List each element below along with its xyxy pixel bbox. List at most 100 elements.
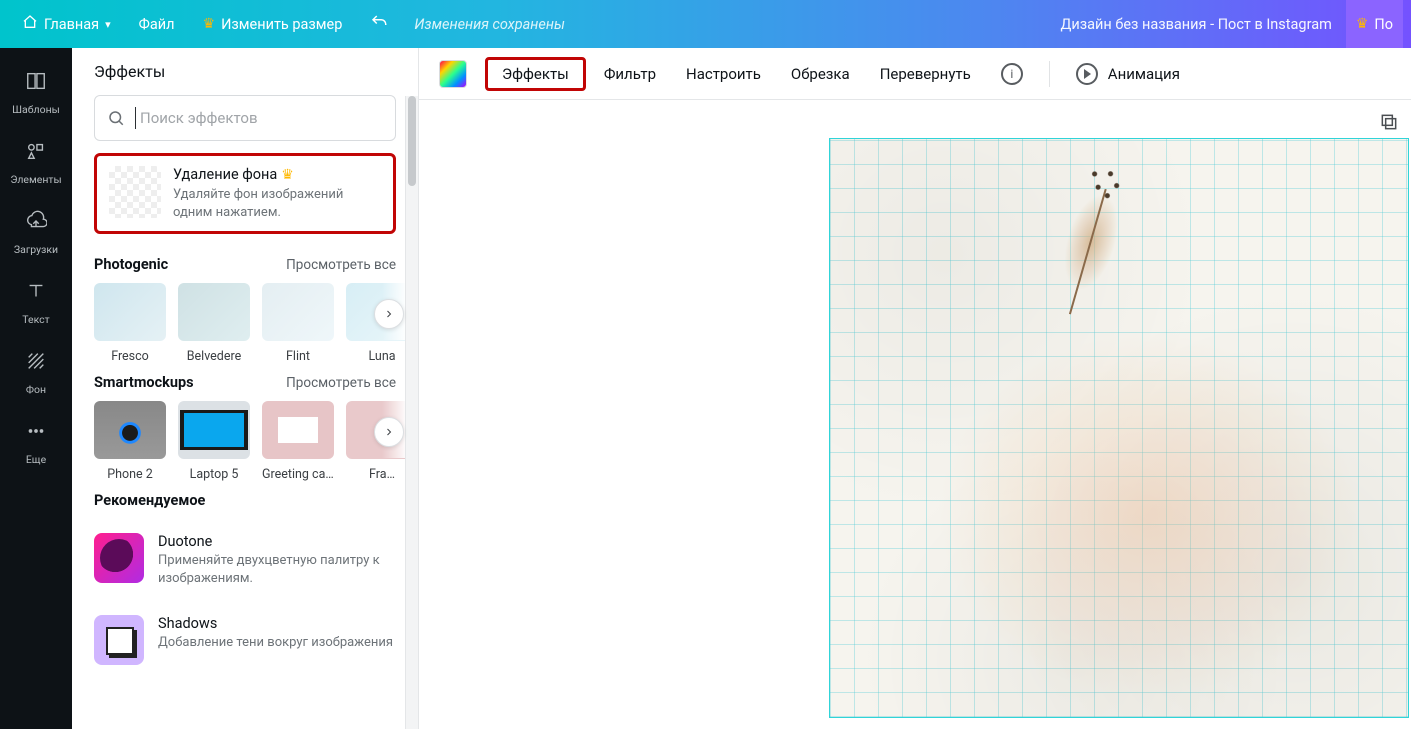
- rail-elements[interactable]: Элементы: [0, 128, 72, 198]
- strip-next-button[interactable]: [374, 299, 404, 329]
- photogenic-tile-belvedere[interactable]: Belvedere: [178, 283, 250, 364]
- image-toolbar: Эффекты Фильтр Настроить Обрезка Перевер…: [419, 48, 1411, 100]
- tile-label: Laptop 5: [178, 467, 250, 482]
- rail-uploads[interactable]: Загрузки: [0, 198, 72, 268]
- photogenic-tile-flint[interactable]: Flint: [262, 283, 334, 364]
- filter-tab[interactable]: Фильтр: [592, 59, 668, 89]
- file-menu[interactable]: Файл: [125, 0, 189, 48]
- mockup-tile-phone2[interactable]: Phone 2: [94, 401, 166, 482]
- rec-title: Duotone: [158, 533, 396, 550]
- shadows-thumb: [94, 615, 144, 665]
- crown-icon: ♛: [1356, 16, 1369, 32]
- search-icon: [107, 109, 125, 127]
- scrollbar-thumb[interactable]: [408, 96, 416, 186]
- search-input[interactable]: [140, 109, 383, 127]
- search-input-wrap[interactable]: [94, 95, 396, 141]
- bg-remover-card[interactable]: Удаление фона ♛ Удаляйте фон изображений…: [94, 153, 396, 234]
- text-caret: [135, 107, 136, 129]
- info-icon: i: [1001, 63, 1023, 85]
- canvas-area[interactable]: [419, 100, 1411, 729]
- undo-button[interactable]: [356, 0, 402, 48]
- rail-label: Шаблоны: [0, 103, 72, 116]
- save-status: Изменения сохранены: [402, 16, 577, 33]
- tile-label: Belvedere: [178, 349, 250, 364]
- tile-label: Phone 2: [94, 467, 166, 482]
- swatch: [178, 401, 250, 459]
- rail-more[interactable]: Еще: [0, 408, 72, 478]
- rail-label: Фон: [0, 383, 72, 396]
- bg-remover-title: Удаление фона ♛: [173, 166, 381, 183]
- mockup-tile-laptop5[interactable]: Laptop 5: [178, 401, 250, 482]
- swatch: [94, 401, 166, 459]
- tile-label: Flint: [262, 349, 334, 364]
- toolbar-separator: [1049, 61, 1050, 87]
- flip-tab[interactable]: Перевернуть: [868, 59, 983, 89]
- rail-text[interactable]: Текст: [0, 268, 72, 338]
- animation-label: Анимация: [1108, 65, 1180, 83]
- crop-tab[interactable]: Обрезка: [779, 59, 862, 89]
- effects-panel: Эффекты Удаление фона ♛ Удаляйте фон изо…: [72, 48, 419, 729]
- tile-label: Greeting car…: [262, 467, 334, 482]
- home-label: Главная: [44, 16, 99, 33]
- rail-label: Еще: [0, 453, 72, 466]
- feather-image[interactable]: [1008, 135, 1173, 358]
- recommended-shadows[interactable]: Shadows Добавление тени вокруг изображен…: [94, 615, 396, 665]
- effects-tab[interactable]: Эффекты: [485, 57, 586, 91]
- premium-label: По: [1374, 16, 1393, 33]
- rail-label: Текст: [0, 313, 72, 326]
- swatch: [262, 283, 334, 341]
- duotone-thumb: [94, 533, 144, 583]
- resize-button[interactable]: ♛ Изменить размер: [189, 0, 357, 48]
- premium-button[interactable]: ♛ По: [1346, 0, 1403, 48]
- smartmockups-title: Smartmockups: [94, 374, 194, 391]
- nav-rail: Шаблоны Элементы Загрузки Текст Фон: [0, 48, 72, 729]
- mockup-tile-greeting-card[interactable]: Greeting car…: [262, 401, 334, 482]
- strip-next-button[interactable]: [374, 417, 404, 447]
- group-layers-button[interactable]: [1377, 110, 1401, 134]
- recommended-title: Рекомендуемое: [94, 492, 205, 509]
- smartmockups-strip: Phone 2 Laptop 5 Greeting car… Fra…: [94, 401, 396, 482]
- undo-icon: [370, 13, 388, 35]
- rec-desc: Добавление тени вокруг изображения: [158, 634, 393, 652]
- rec-desc: Применяйте двухцветную палитру к изображ…: [158, 552, 396, 587]
- rail-label: Элементы: [0, 173, 72, 186]
- photogenic-tile-fresco[interactable]: Fresco: [94, 283, 166, 364]
- rec-title: Shadows: [158, 615, 393, 632]
- animation-button[interactable]: Анимация: [1076, 63, 1180, 85]
- swatch: [178, 283, 250, 341]
- file-label: Файл: [139, 16, 175, 33]
- rail-templates[interactable]: Шаблоны: [0, 58, 72, 128]
- recommended-duotone[interactable]: Duotone Применяйте двухцветную палитру к…: [94, 533, 396, 587]
- info-button[interactable]: i: [989, 57, 1035, 91]
- rail-background[interactable]: Фон: [0, 338, 72, 408]
- adjust-tab[interactable]: Настроить: [674, 59, 773, 89]
- tile-label: Fresco: [94, 349, 166, 364]
- photogenic-strip: Fresco Belvedere Flint Luna: [94, 283, 396, 364]
- background-icon: [0, 350, 72, 377]
- templates-icon: [0, 70, 72, 97]
- bg-remover-desc: Удаляйте фон изображений одним нажатием.: [173, 186, 381, 221]
- swatch: [262, 401, 334, 459]
- crown-icon: ♛: [281, 167, 294, 183]
- top-bar: Главная ▾ Файл ♛ Изменить размер Изменен…: [0, 0, 1411, 48]
- home-button[interactable]: Главная ▾: [8, 0, 125, 48]
- rail-label: Загрузки: [0, 243, 72, 256]
- panel-title: Эффекты: [72, 48, 418, 87]
- chevron-down-icon: ▾: [105, 18, 111, 31]
- animation-icon: [1076, 63, 1098, 85]
- swatch: [94, 283, 166, 341]
- crown-icon: ♛: [203, 16, 216, 32]
- document-title[interactable]: Дизайн без названия - Пост в Instagram: [1061, 16, 1346, 33]
- smartmockups-more[interactable]: Просмотреть все: [286, 375, 396, 391]
- elements-icon: [0, 140, 72, 167]
- bg-remover-thumb: [109, 166, 161, 218]
- panel-scrollbar[interactable]: [405, 96, 418, 729]
- resize-label: Изменить размер: [221, 16, 342, 33]
- photogenic-title: Photogenic: [94, 256, 168, 273]
- home-icon: [22, 14, 38, 34]
- design-canvas[interactable]: [829, 138, 1409, 718]
- color-swatch[interactable]: [439, 60, 467, 88]
- text-icon: [0, 280, 72, 307]
- photogenic-more[interactable]: Просмотреть все: [286, 257, 396, 273]
- uploads-icon: [0, 210, 72, 237]
